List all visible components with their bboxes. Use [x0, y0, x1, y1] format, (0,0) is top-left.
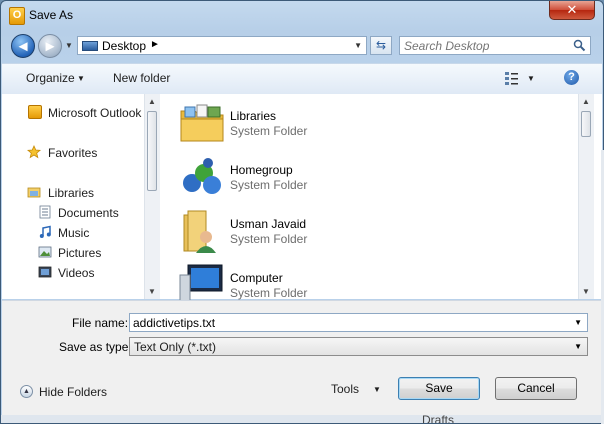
- help-icon[interactable]: ?: [564, 70, 579, 85]
- address-dropdown-icon[interactable]: ▼: [354, 41, 362, 50]
- save-form: File name: ▼ Save as type: Text Only (*.…: [2, 300, 602, 365]
- user-folder-icon: [183, 210, 216, 253]
- forward-button[interactable]: ►: [38, 34, 62, 58]
- nav-item-libraries[interactable]: Libraries: [48, 186, 94, 200]
- background-drafts-text: Drafts: [422, 413, 455, 424]
- save-type-value: Text Only (*.txt): [134, 340, 217, 354]
- address-bar[interactable]: Desktop ► ▼: [77, 36, 367, 55]
- file-name-input[interactable]: [133, 315, 563, 330]
- nav-scroll-thumb[interactable]: [147, 111, 157, 191]
- command-toolbar: Organize ▼ New folder ▼ ?: [2, 63, 602, 95]
- file-type: System Folder: [230, 232, 308, 246]
- title-bar[interactable]: O Save As ✕: [1, 1, 603, 31]
- scroll-up-icon[interactable]: ▲: [582, 97, 590, 106]
- file-name-dropdown-icon[interactable]: ▼: [574, 318, 582, 327]
- libraries-folder-icon: [180, 104, 224, 142]
- outlook-icon: [28, 105, 42, 119]
- file-list-scrollbar[interactable]: ▲ ▼: [578, 94, 594, 299]
- nav-scrollbar[interactable]: ▲ ▼: [144, 94, 160, 299]
- refresh-button[interactable]: ⇆: [370, 36, 392, 55]
- scroll-down-icon[interactable]: ▼: [582, 287, 590, 296]
- file-item-usman-javaid[interactable]: Usman Javaid System Folder: [178, 207, 478, 257]
- view-dropdown-icon[interactable]: ▼: [527, 74, 535, 83]
- file-list-pane: Libraries System Folder Homegroup System…: [160, 94, 602, 306]
- cancel-button[interactable]: Cancel: [495, 377, 577, 400]
- search-icon[interactable]: [573, 39, 586, 52]
- new-folder-button[interactable]: New folder: [113, 71, 170, 85]
- file-name: Computer: [230, 271, 283, 285]
- tools-button[interactable]: Tools: [331, 382, 359, 396]
- forward-arrow-icon: ►: [42, 38, 58, 55]
- homegroup-icon: [183, 158, 221, 194]
- organize-button[interactable]: Organize: [26, 71, 75, 85]
- file-item-homegroup[interactable]: Homegroup System Folder: [178, 153, 478, 203]
- file-name: Homegroup: [230, 163, 293, 177]
- outlook-app-icon: O: [9, 7, 25, 25]
- documents-icon: [39, 205, 51, 219]
- search-input[interactable]: [404, 38, 572, 53]
- file-name-combo[interactable]: ▼: [129, 313, 588, 332]
- star-icon: [27, 145, 41, 159]
- file-type: System Folder: [230, 178, 308, 192]
- close-button[interactable]: ✕: [549, 1, 595, 20]
- nav-item-microsoft-outlook[interactable]: Microsoft Outlook: [48, 106, 141, 120]
- collapse-chevron-icon: ▲: [20, 385, 33, 398]
- videos-icon: [38, 266, 52, 278]
- window-title: Save As: [29, 8, 74, 22]
- nav-item-documents[interactable]: Documents: [58, 206, 119, 220]
- file-name-label: File name:: [72, 316, 129, 330]
- nav-item-pictures[interactable]: Pictures: [58, 246, 101, 260]
- file-type: System Folder: [230, 124, 308, 138]
- background-window: [1, 415, 603, 423]
- tools-dropdown-icon[interactable]: ▼: [373, 385, 381, 394]
- file-name: Libraries: [230, 109, 277, 123]
- refresh-icon: ⇆: [375, 38, 387, 52]
- dialog-footer: ▲ Hide Folders Tools ▼ Save Cancel: [2, 365, 602, 415]
- save-type-label: Save as type:: [59, 340, 132, 354]
- file-type: System Folder: [230, 286, 308, 300]
- save-type-dropdown-icon[interactable]: ▼: [574, 342, 582, 351]
- libraries-icon: [27, 187, 41, 198]
- scroll-down-icon[interactable]: ▼: [148, 287, 156, 296]
- nav-item-music[interactable]: Music: [58, 226, 89, 240]
- back-button[interactable]: ◄: [11, 34, 35, 58]
- search-box[interactable]: [399, 36, 591, 55]
- file-name: Usman Javaid: [230, 217, 307, 231]
- music-icon: [39, 225, 51, 238]
- save-as-dialog: O Save As ✕ ◄ ► ▼ Desktop ► ▼ ⇆ Organize…: [0, 0, 604, 424]
- desktop-icon: [82, 41, 98, 51]
- address-location[interactable]: Desktop: [102, 39, 146, 53]
- history-dropdown-icon[interactable]: ▼: [65, 41, 73, 50]
- nav-item-videos[interactable]: Videos: [58, 266, 94, 280]
- pictures-icon: [38, 246, 52, 258]
- navigation-pane: Microsoft Outlook Favorites Libraries Do…: [2, 94, 160, 299]
- view-options-icon[interactable]: [504, 70, 520, 86]
- back-arrow-icon: ◄: [15, 38, 31, 55]
- hide-folders-label: Hide Folders: [39, 385, 108, 399]
- file-scroll-thumb[interactable]: [581, 111, 591, 137]
- breadcrumb-chevron-icon[interactable]: ►: [150, 39, 160, 50]
- scroll-up-icon[interactable]: ▲: [148, 97, 156, 106]
- file-item-libraries[interactable]: Libraries System Folder: [178, 99, 478, 149]
- save-button[interactable]: Save: [398, 377, 480, 400]
- organize-dropdown-icon[interactable]: ▼: [77, 74, 85, 83]
- nav-item-favorites[interactable]: Favorites: [48, 146, 97, 160]
- save-type-select[interactable]: Text Only (*.txt) ▼: [129, 337, 588, 356]
